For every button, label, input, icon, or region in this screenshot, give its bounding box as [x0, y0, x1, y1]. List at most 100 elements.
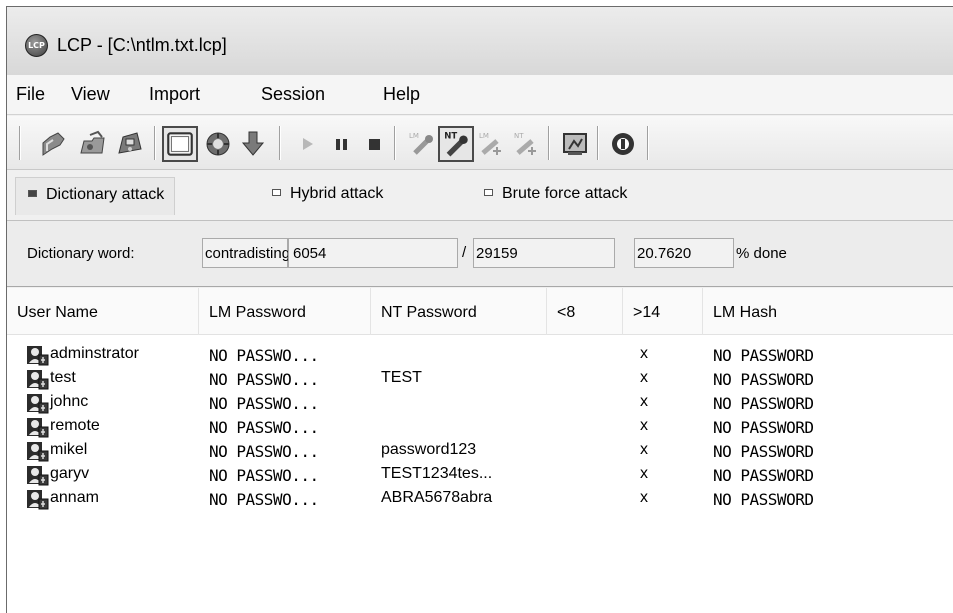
total-words-field: 29159	[473, 238, 615, 268]
list-header: User Name LM Password NT Password <8 >14…	[7, 288, 953, 335]
svg-text:LM: LM	[409, 132, 419, 140]
users-list[interactable]: User Name LM Password NT Password <8 >14…	[7, 288, 953, 613]
title-bar[interactable]: LCP LCP - [C:\ntlm.txt.lcp]	[7, 7, 953, 75]
gt14-flag: x	[640, 345, 648, 362]
user-name: test	[50, 369, 76, 386]
user-icon	[27, 466, 49, 486]
svg-text:NT: NT	[514, 132, 524, 140]
table-row[interactable]: mikel NO PASSWO... password123 x NO PASSWORD	[7, 439, 953, 463]
lm-password: NO PASSWO...	[209, 394, 319, 413]
import-icon[interactable]	[238, 129, 268, 159]
table-row[interactable]: johnc NO PASSWO... x NO PASSWORD	[7, 391, 953, 415]
gt14-flag: x	[640, 417, 648, 434]
checkbox-icon	[484, 189, 493, 196]
lm-hash: NO PASSWORD	[713, 490, 814, 509]
user-name: annam	[50, 489, 99, 506]
select-source-icon[interactable]	[162, 126, 198, 162]
nt-brute-icon[interactable]: NT	[512, 129, 542, 159]
lm-hash: NO PASSWORD	[713, 442, 814, 461]
checkbox-icon	[28, 190, 37, 197]
current-word-field: contradisting	[202, 238, 290, 268]
percent-done-label: % done	[736, 245, 787, 262]
attack-progress: Dictionary word: contradisting 6054 / 29…	[7, 221, 953, 287]
gt14-flag: x	[640, 393, 648, 410]
menu-help[interactable]: Help	[383, 84, 420, 105]
nt-password: TEST1234tes...	[381, 465, 493, 482]
gt14-flag: x	[640, 369, 648, 386]
svg-text:LM: LM	[479, 132, 489, 140]
lm-hash: NO PASSWORD	[713, 370, 814, 389]
nt-attack-icon[interactable]: NT	[438, 126, 474, 162]
toolbar-separator	[19, 126, 21, 160]
table-row[interactable]: remote NO PASSWO... x NO PASSWORD	[7, 415, 953, 439]
toolbar-separator	[279, 126, 281, 160]
lcp-app-icon[interactable]: LCP	[25, 34, 48, 57]
toolbar-separator	[647, 126, 649, 160]
options-icon[interactable]	[203, 129, 233, 159]
nt-password: TEST	[381, 369, 422, 386]
menu-view[interactable]: View	[71, 84, 110, 105]
current-index-field: 6054	[288, 238, 458, 268]
lm-password: NO PASSWO...	[209, 442, 319, 461]
table-row[interactable]: annam NO PASSWO... ABRA5678abra x NO PASSWOR…	[7, 487, 953, 511]
pause-icon[interactable]	[327, 129, 357, 159]
lcp-window: LCP LCP - [C:\ntlm.txt.lcp] File View Im…	[6, 6, 953, 613]
column-nt-password[interactable]: NT Password	[371, 288, 547, 335]
column-lm-password[interactable]: LM Password	[199, 288, 371, 335]
column-lm-hash[interactable]: LM Hash	[703, 288, 953, 335]
menu-file[interactable]: File	[16, 84, 45, 105]
start-icon[interactable]	[293, 129, 323, 159]
stop-icon[interactable]	[360, 129, 390, 159]
toolbar-separator	[548, 126, 550, 160]
lm-password: NO PASSWO...	[209, 370, 319, 389]
lm-hash: NO PASSWORD	[713, 346, 814, 365]
tab-label: Brute force attack	[502, 185, 628, 202]
window-title: LCP - [C:\ntlm.txt.lcp]	[57, 35, 227, 55]
column-user-name[interactable]: User Name	[7, 288, 199, 335]
attack-mode-tabs: Dictionary attack Hybrid attack Brute fo…	[7, 171, 953, 221]
lm-hash: NO PASSWORD	[713, 418, 814, 437]
lm-brute-icon[interactable]: LM	[477, 129, 507, 159]
menu-bar: File View Import Session Help	[7, 75, 953, 115]
svg-text:NT: NT	[444, 132, 457, 142]
lm-password: NO PASSWO...	[209, 490, 319, 509]
column-lt8[interactable]: <8	[547, 288, 623, 335]
column-gt14[interactable]: >14	[623, 288, 703, 335]
new-session-icon[interactable]	[38, 129, 68, 159]
user-name: johnc	[50, 393, 89, 410]
save-session-icon[interactable]	[115, 129, 145, 159]
about-icon[interactable]	[608, 129, 638, 159]
lm-hash: NO PASSWORD	[713, 394, 814, 413]
toolbar-separator	[597, 126, 599, 160]
toolbar: LM NT LM NT	[7, 116, 953, 170]
user-icon	[27, 418, 49, 438]
toolbar-separator	[154, 126, 156, 160]
tab-hybrid-attack[interactable]: Hybrid attack	[272, 185, 383, 203]
toolbar-separator	[394, 126, 396, 160]
report-icon[interactable]	[560, 129, 590, 159]
open-session-icon[interactable]	[78, 129, 108, 159]
tab-brute-force-attack[interactable]: Brute force attack	[484, 185, 627, 203]
user-name: remote	[50, 417, 100, 434]
tab-dictionary-attack[interactable]: Dictionary attack	[15, 177, 176, 215]
tab-label: Hybrid attack	[290, 185, 384, 202]
gt14-flag: x	[640, 465, 648, 482]
lm-password: NO PASSWO...	[209, 346, 319, 365]
table-row[interactable]: test NO PASSWO... TEST x NO PASSWORD	[7, 367, 953, 391]
menu-session[interactable]: Session	[261, 84, 325, 105]
user-name: garyv	[50, 465, 90, 482]
user-name: mikel	[50, 441, 88, 458]
table-row[interactable]: adminstrator NO PASSWO... x NO PASSWORD	[7, 343, 953, 367]
user-name: adminstrator	[50, 345, 139, 362]
lm-password: NO PASSWO...	[209, 466, 319, 485]
lm-password: NO PASSWO...	[209, 418, 319, 437]
user-icon	[27, 490, 49, 510]
table-row[interactable]: garyv NO PASSWO... TEST1234tes... x NO PASSW…	[7, 463, 953, 487]
menu-import[interactable]: Import	[149, 84, 200, 105]
tab-label: Dictionary attack	[46, 186, 165, 203]
nt-password: ABRA5678abra	[381, 489, 493, 506]
lm-attack-icon[interactable]: LM	[407, 129, 437, 159]
nt-password: password123	[381, 441, 477, 458]
lm-hash: NO PASSWORD	[713, 466, 814, 485]
dictionary-word-label: Dictionary word:	[27, 245, 135, 262]
